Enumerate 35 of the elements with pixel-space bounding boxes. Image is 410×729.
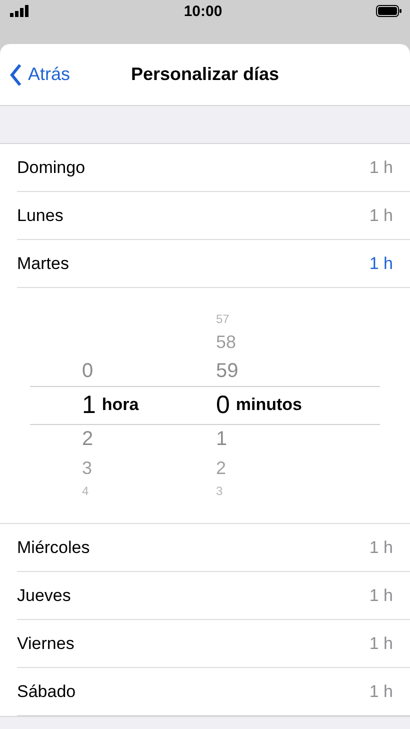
day-row[interactable]: Viernes 1 h (17, 620, 410, 668)
picker-value[interactable]: 0 (216, 392, 230, 418)
status-time: 10:00 (184, 2, 222, 20)
chevron-icon (10, 64, 22, 86)
limit-value: 1 h (369, 538, 393, 558)
day-row[interactable]: Domingo 1 h (17, 144, 410, 192)
limit-value: 1 h (369, 682, 393, 702)
day-label: Jueves (17, 586, 71, 606)
day-label: Domingo (17, 158, 86, 178)
day-label: Martes (17, 254, 69, 274)
limit-value: 1 h (369, 206, 393, 226)
limit-value: 1 h (369, 254, 393, 274)
day-label: Viernes (17, 634, 74, 654)
battery-icon (376, 5, 402, 17)
picker-value[interactable]: 0 (82, 361, 94, 381)
picker-value[interactable]: 1 (216, 429, 228, 449)
day-row[interactable]: Martes 1 h (17, 240, 410, 288)
back-button[interactable]: Atrás (0, 64, 70, 86)
picker-value[interactable]: 1 (82, 392, 96, 418)
picker-value[interactable]: 59 (216, 361, 238, 381)
day-label: Sábado (17, 682, 76, 702)
picker-value[interactable]: 2 (82, 429, 94, 449)
day-label: Miércoles (17, 538, 90, 558)
limit-value: 1 h (369, 586, 393, 606)
day-row[interactable]: Miércoles 1 h (17, 524, 410, 572)
limit-value: 1 h (369, 634, 393, 654)
day-label: Lunes (17, 206, 64, 226)
unit-label: minutos (236, 395, 302, 415)
day-row[interactable]: Lunes 1 h (17, 192, 410, 240)
limit-value: 1 h (369, 158, 393, 178)
day-row[interactable]: Jueves 1 h (17, 572, 410, 620)
time-picker[interactable]: 0 1 hora 2 3 4 57 58 59 0 minutos 1 2 3 (0, 288, 410, 524)
unit-label: hora (102, 395, 139, 415)
screen-title: Personalizar días (130, 64, 280, 85)
signal-icon (10, 5, 30, 17)
